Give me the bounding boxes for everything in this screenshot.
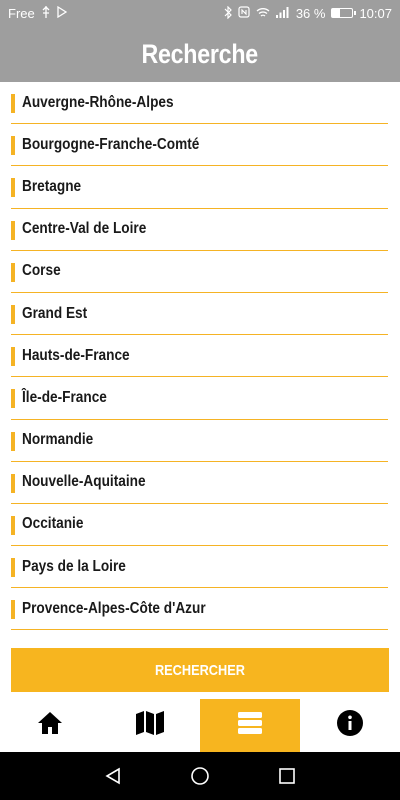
region-item[interactable]: Provence-Alpes-Côte d'Azur	[11, 588, 388, 631]
region-marker	[11, 94, 15, 113]
region-marker	[11, 473, 15, 493]
recents-button[interactable]	[267, 756, 307, 796]
region-marker	[11, 431, 15, 451]
square-recents-icon	[278, 768, 295, 784]
region-item[interactable]: Bourgogne-Franche-Comté	[11, 124, 388, 167]
region-label: Normandie	[22, 431, 94, 449]
region-item[interactable]: Normandie	[11, 420, 388, 462]
region-marker	[11, 558, 15, 578]
region-label: Pays de la Loire	[22, 557, 126, 575]
nfc-icon	[238, 6, 250, 20]
region-label: Nouvelle-Aquitaine	[22, 473, 146, 491]
region-item[interactable]: Centre-Val de Loire	[11, 209, 388, 251]
system-nav-bar	[0, 752, 400, 800]
tab-bar	[0, 699, 400, 752]
status-left: Free	[8, 6, 67, 21]
back-button[interactable]	[93, 756, 133, 796]
region-item[interactable]: Auvergne-Rhône-Alpes	[11, 82, 388, 125]
region-item[interactable]: Île-de-France	[11, 377, 388, 420]
region-marker	[11, 515, 15, 535]
tab-map[interactable]	[100, 699, 200, 752]
region-item[interactable]: Nouvelle-Aquitaine	[11, 462, 388, 504]
region-marker	[11, 304, 15, 324]
status-right: 36 % 10:07	[224, 5, 392, 21]
usb-icon	[41, 6, 51, 20]
battery-fill	[332, 9, 340, 17]
region-label: Auvergne-Rhône-Alpes	[22, 93, 174, 111]
tab-info[interactable]	[300, 699, 400, 752]
status-bar: Free 36 % 10:07	[0, 0, 400, 26]
region-item[interactable]: Corse	[11, 251, 388, 293]
region-label: Centre-Val de Loire	[22, 220, 147, 238]
region-marker	[11, 136, 15, 156]
page-title: Recherche	[141, 38, 259, 69]
notification-icon	[57, 5, 67, 20]
circle-home-icon	[191, 767, 209, 785]
region-marker	[11, 178, 15, 198]
region-label: Bourgogne-Franche-Comté	[22, 135, 200, 153]
region-label: Grand Est	[22, 304, 88, 322]
signal-icon	[275, 6, 290, 20]
wifi-icon	[256, 7, 270, 20]
home-icon	[36, 709, 64, 742]
battery-icon	[331, 8, 357, 18]
region-marker	[11, 347, 15, 367]
region-marker	[11, 262, 15, 282]
carrier-label: Free	[8, 5, 35, 21]
tab-home[interactable]	[0, 699, 100, 752]
region-label: Occitanie	[22, 515, 84, 533]
search-button-label: RECHERCHER	[155, 661, 245, 679]
tab-list[interactable]	[200, 699, 300, 752]
info-icon	[336, 709, 364, 742]
search-button[interactable]: RECHERCHER	[11, 648, 389, 692]
region-label: Provence-Alpes-Côte d'Azur	[22, 599, 206, 617]
region-list: Auvergne-Rhône-Alpes Bourgogne-Franche-Co…	[0, 82, 400, 631]
region-label: Hauts-de-France	[22, 346, 130, 364]
region-label: Corse	[22, 262, 61, 280]
region-item[interactable]: Bretagne	[11, 166, 388, 209]
region-item[interactable]: Grand Est	[11, 293, 388, 336]
back-icon	[105, 767, 121, 785]
region-marker	[11, 389, 15, 409]
map-icon	[135, 710, 165, 741]
app-header: Recherche	[0, 26, 400, 82]
battery-percent: 36 %	[295, 5, 326, 21]
region-marker	[11, 600, 15, 620]
clock: 10:07	[359, 5, 392, 21]
bluetooth-icon	[224, 5, 232, 21]
region-item[interactable]: Hauts-de-France	[11, 335, 388, 378]
region-label: Bretagne	[22, 177, 82, 195]
region-marker	[11, 220, 15, 240]
list-icon	[236, 709, 264, 742]
home-nav-button[interactable]	[180, 756, 220, 796]
region-item[interactable]: Occitanie	[11, 504, 388, 547]
region-label: Île-de-France	[22, 388, 107, 406]
region-item[interactable]: Pays de la Loire	[11, 546, 388, 589]
